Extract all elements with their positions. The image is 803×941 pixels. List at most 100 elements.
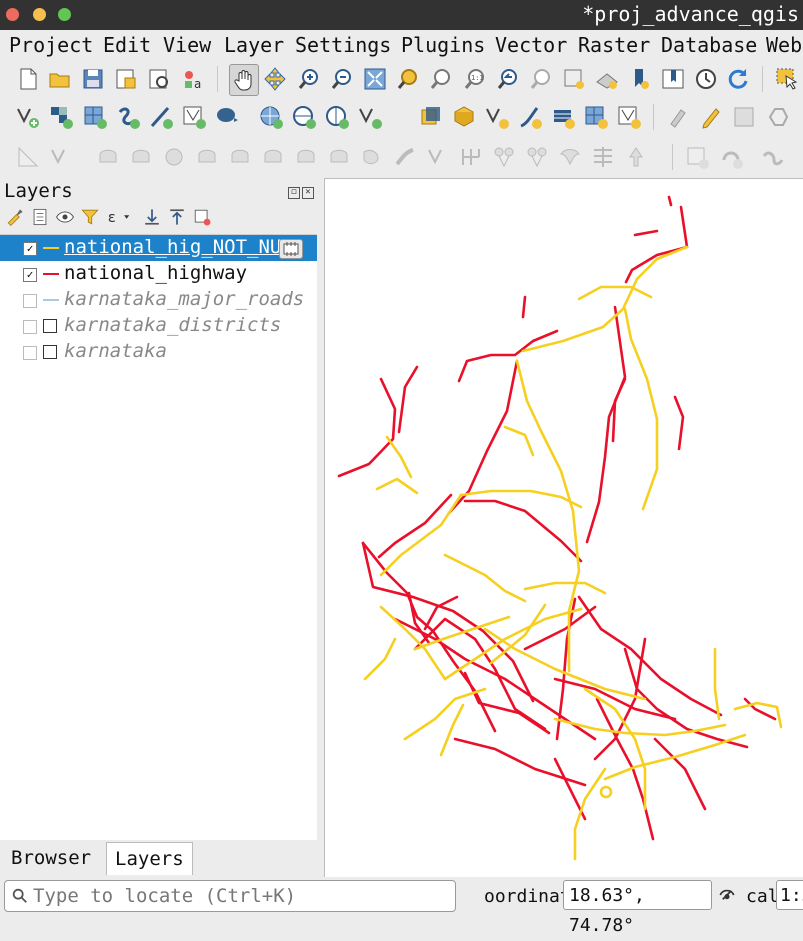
zoom-native-icon[interactable]: 1:1 <box>462 66 488 92</box>
layer-row-karnataka-major-roads[interactable]: karnataka_major_roads <box>0 287 317 313</box>
new-map-view-icon[interactable] <box>561 66 587 92</box>
digitize-icon[interactable] <box>765 104 791 130</box>
locator-input[interactable] <box>31 884 450 908</box>
open-styling-icon[interactable] <box>4 206 26 228</box>
open-project-icon[interactable] <box>47 66 73 92</box>
add-vector-tile-icon[interactable] <box>357 104 383 130</box>
manage-visibility-icon[interactable] <box>54 206 76 228</box>
reshape-icon[interactable] <box>359 144 385 170</box>
refresh-icon[interactable] <box>725 66 751 92</box>
label-settings-icon[interactable] <box>760 144 786 170</box>
zoom-next-icon[interactable] <box>528 66 554 92</box>
zoom-to-layer-icon[interactable] <box>428 66 454 92</box>
locator-bar[interactable] <box>4 880 456 912</box>
merge-features-icon[interactable] <box>491 144 517 170</box>
style-manager-icon[interactable]: a <box>180 66 206 92</box>
menu-raster[interactable]: Raster <box>578 33 650 57</box>
simplify-icon[interactable] <box>161 144 187 170</box>
new-project-icon[interactable] <box>15 66 41 92</box>
label-tool-icon[interactable] <box>590 144 616 170</box>
temporal-controller-icon[interactable] <box>693 66 719 92</box>
layer-visibility-checkbox[interactable] <box>23 320 37 334</box>
select-features-icon[interactable] <box>774 66 800 92</box>
split-features-icon[interactable] <box>425 144 451 170</box>
close-panel-icon[interactable]: ✕ <box>302 187 314 199</box>
add-part-icon[interactable] <box>227 144 253 170</box>
maximize-window-button[interactable] <box>58 8 71 21</box>
rotate-label-icon[interactable] <box>684 144 710 170</box>
add-mesh-icon[interactable] <box>484 104 510 130</box>
add-delimited-text-icon[interactable] <box>418 104 444 130</box>
pan-to-selection-icon[interactable] <box>262 66 288 92</box>
layer-row-karnataka-districts[interactable]: karnataka_districts <box>0 313 317 339</box>
split-parts-icon[interactable] <box>458 144 484 170</box>
new-3d-view-icon[interactable] <box>594 66 620 92</box>
new-virtual-layer-icon[interactable] <box>181 104 207 130</box>
menu-project[interactable]: Project <box>9 33 93 57</box>
new-shapefile-layer-icon[interactable] <box>82 104 108 130</box>
vertex-tool-icon[interactable] <box>48 144 74 170</box>
data-source-manager-icon[interactable] <box>15 104 41 130</box>
layer-row-karnataka[interactable]: karnataka <box>0 339 317 365</box>
filter-legend-icon[interactable] <box>79 206 101 228</box>
offset-curve-icon[interactable] <box>392 144 418 170</box>
add-xyz-icon[interactable] <box>583 104 609 130</box>
zoom-in-icon[interactable] <box>296 66 322 92</box>
remove-layer-icon[interactable] <box>191 206 213 228</box>
minimize-window-button[interactable] <box>33 8 46 21</box>
current-edits-icon[interactable] <box>665 104 691 130</box>
scale-feature-icon[interactable] <box>128 144 154 170</box>
filter-expression-icon[interactable]: ε <box>104 206 132 228</box>
menu-view[interactable]: View <box>163 33 211 57</box>
delete-ring-icon[interactable] <box>293 144 319 170</box>
tab-browser[interactable]: Browser <box>3 842 99 874</box>
toggle-editing-icon[interactable] <box>698 104 724 130</box>
change-label-icon[interactable] <box>718 144 744 170</box>
expand-all-icon[interactable] <box>141 206 163 228</box>
add-ring-icon[interactable] <box>194 144 220 170</box>
pan-icon[interactable] <box>229 64 259 96</box>
layer-row-national-highway[interactable]: ✓ national_highway <box>0 261 317 287</box>
menu-layer[interactable]: Layer <box>224 33 284 57</box>
scale-field[interactable]: 1:3 <box>776 880 803 910</box>
menu-vector[interactable]: Vector <box>495 33 567 57</box>
add-wkt-icon[interactable] <box>550 104 576 130</box>
layer-visibility-checkbox[interactable]: ✓ <box>23 242 37 256</box>
save-edits-icon[interactable] <box>731 104 757 130</box>
coordinate-field[interactable]: 18.63°, 74.78° <box>563 880 712 936</box>
new-bookmark-icon[interactable] <box>627 66 653 92</box>
new-temporary-layer-icon[interactable] <box>148 104 174 130</box>
delete-part-icon[interactable] <box>326 144 352 170</box>
add-wfs-icon[interactable] <box>291 104 317 130</box>
advanced-digitize-icon[interactable] <box>15 144 41 170</box>
zoom-out-icon[interactable] <box>329 66 355 92</box>
move-label-icon[interactable] <box>623 144 649 170</box>
menu-database[interactable]: Database <box>661 33 757 57</box>
fill-ring-icon[interactable] <box>260 144 286 170</box>
menu-edit[interactable]: Edit <box>103 33 151 57</box>
merge-attributes-icon[interactable] <box>524 144 550 170</box>
close-window-button[interactable] <box>6 8 19 21</box>
add-wms-icon[interactable] <box>258 104 284 130</box>
collapse-all-icon[interactable] <box>166 206 188 228</box>
menu-web[interactable]: Web <box>766 33 802 57</box>
zoom-last-icon[interactable] <box>495 66 521 92</box>
new-geopackage-layer-icon[interactable] <box>48 104 74 130</box>
tab-layers[interactable]: Layers <box>106 842 193 875</box>
add-spatialite-icon[interactable] <box>451 104 477 130</box>
layer-visibility-checkbox[interactable]: ✓ <box>23 268 37 282</box>
map-canvas[interactable] <box>324 178 803 878</box>
zoom-full-icon[interactable] <box>362 66 388 92</box>
zoom-to-selection-icon[interactable] <box>395 66 421 92</box>
new-print-layout-icon[interactable] <box>113 66 139 92</box>
layout-manager-icon[interactable] <box>146 66 172 92</box>
add-raster-icon[interactable] <box>517 104 543 130</box>
layer-row-national-hig-not-nu[interactable]: ✓ national_hig_NOT_NU <box>0 235 317 261</box>
rotate-feature-icon[interactable] <box>95 144 121 170</box>
menu-settings[interactable]: Settings <box>295 33 391 57</box>
show-bookmarks-icon[interactable] <box>660 66 686 92</box>
layer-visibility-checkbox[interactable] <box>23 346 37 360</box>
temporary-layer-icon[interactable] <box>279 239 303 259</box>
add-vector-icon[interactable] <box>616 104 642 130</box>
layer-visibility-checkbox[interactable] <box>23 294 37 308</box>
